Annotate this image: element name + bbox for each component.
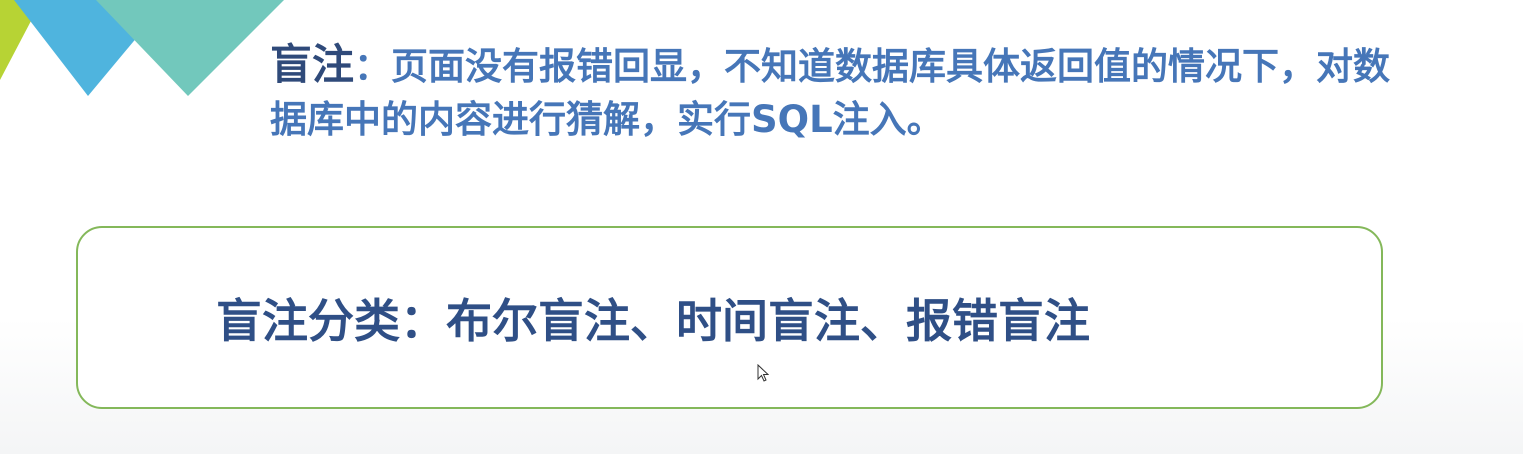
definition-term: 盲注: [270, 40, 355, 89]
slide: 盲注：页面没有报错回显，不知道数据库具体返回值的情况下，对数据库中的内容进行猜解…: [0, 0, 1523, 454]
classification-text: 盲注分类：布尔盲注、时间盲注、报错盲注: [216, 294, 1090, 348]
corner-decoration: [0, 0, 284, 96]
definition-paragraph: 盲注：页面没有报错回显，不知道数据库具体返回值的情况下，对数据库中的内容进行猜解…: [270, 38, 1390, 146]
definition-text: 页面没有报错回显，不知道数据库具体返回值的情况下，对数据库中的内容进行猜解，实行…: [270, 45, 1391, 141]
classification-box: 盲注分类：布尔盲注、时间盲注、报错盲注: [76, 226, 1383, 409]
mouse-pointer-icon: [757, 364, 769, 382]
definition-colon: ：: [354, 45, 392, 88]
